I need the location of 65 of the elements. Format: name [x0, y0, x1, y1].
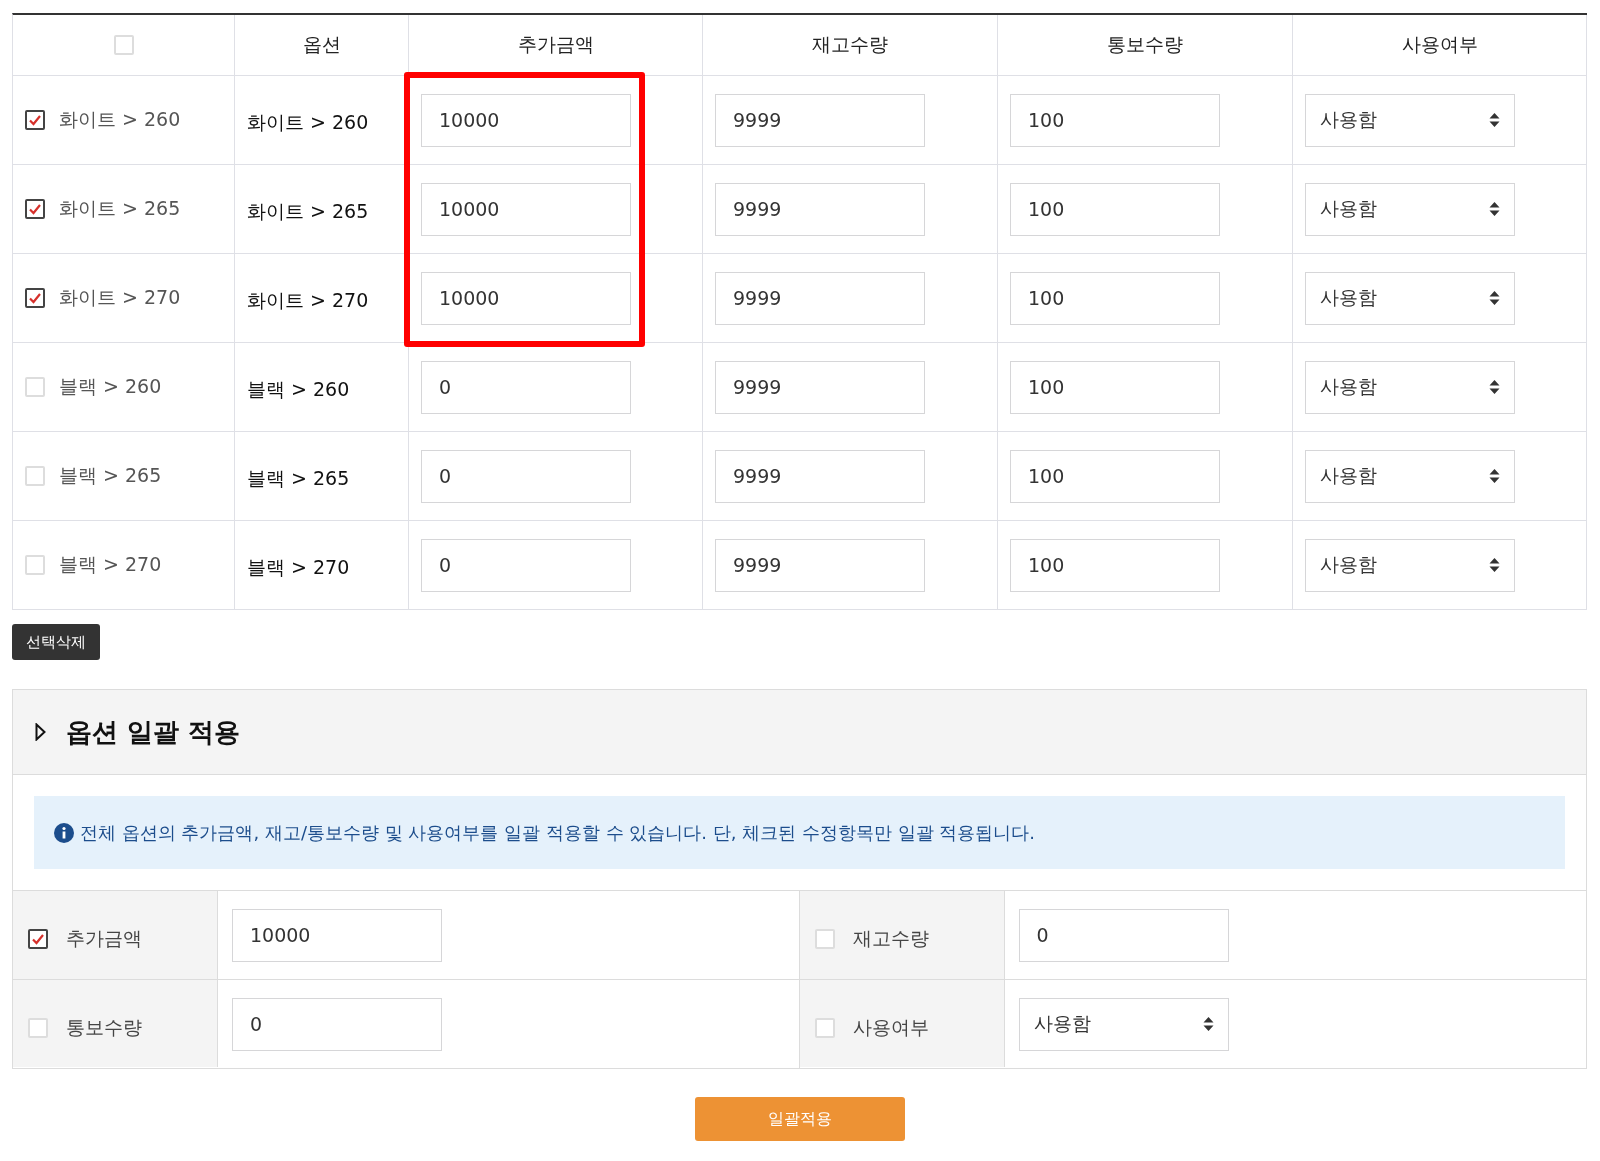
option-name: 블랙 > 265 — [247, 466, 350, 491]
updown-caret-icon — [1202, 1016, 1214, 1032]
column-header: 재고수량 — [812, 32, 888, 57]
updown-caret-icon — [1489, 112, 1500, 128]
amount-input[interactable]: 10000 — [421, 271, 631, 325]
option-label: 블랙 > 260 — [59, 374, 162, 399]
option-label: 화이트 > 270 — [59, 285, 181, 310]
option-label: 화이트 > 260 — [59, 107, 181, 132]
amount-input[interactable]: 10000 — [421, 182, 631, 236]
checkbox[interactable] — [25, 288, 45, 308]
stock-input[interactable]: 9999 — [715, 182, 925, 236]
notify-input[interactable]: 100 — [1010, 538, 1220, 592]
notify-input[interactable]: 100 — [1010, 182, 1220, 236]
option-name: 화이트 > 270 — [247, 288, 369, 313]
notify-input[interactable]: 100 — [1010, 360, 1220, 414]
stock-input[interactable]: 9999 — [715, 360, 925, 414]
field-label: 통보수량 — [66, 1014, 142, 1040]
stock-input[interactable]: 9999 — [715, 271, 925, 325]
field-label: 사용여부 — [852, 1014, 929, 1040]
field-label: 재고수량 — [852, 926, 929, 951]
value-input[interactable]: 10000 — [232, 908, 442, 962]
usage-select[interactable]: 사용함 — [1018, 997, 1229, 1051]
stock-input[interactable]: 9999 — [715, 538, 925, 592]
notify-input[interactable]: 100 — [1010, 449, 1220, 503]
stock-input[interactable]: 9999 — [715, 93, 925, 147]
usage-select[interactable]: 사용함 — [1305, 182, 1515, 236]
updown-caret-icon — [1489, 468, 1500, 484]
notify-input[interactable]: 100 — [1010, 93, 1220, 147]
usage-select[interactable]: 사용함 — [1305, 538, 1515, 592]
field-label: 추가금액 — [66, 926, 142, 951]
option-name: 블랙 > 270 — [247, 555, 350, 580]
expand-triangle-icon[interactable] — [35, 723, 46, 741]
column-header: 추가금액 — [517, 32, 594, 57]
notice-text: 전체 옵션의 추가금액, 재고/통보수량 및 사용여부를 일괄 적용할 수 있습니다. 단, 체크된 수정항목만 일괄 적용됩니다. — [80, 820, 1036, 845]
checkbox[interactable] — [25, 110, 45, 130]
usage-select[interactable]: 사용함 — [1305, 271, 1515, 325]
updown-caret-icon — [1489, 201, 1500, 217]
updown-caret-icon — [1489, 557, 1500, 573]
column-header: 옵션 — [302, 32, 341, 57]
info-icon — [54, 822, 74, 843]
option-label: 화이트 > 265 — [59, 196, 181, 221]
value-input[interactable]: 0 — [232, 997, 442, 1051]
stock-input[interactable]: 9999 — [715, 449, 925, 503]
section-title: 옵션 일괄 적용 — [66, 715, 241, 749]
option-name: 블랙 > 260 — [247, 377, 350, 402]
option-name: 화이트 > 260 — [247, 110, 369, 135]
usage-select[interactable]: 사용함 — [1305, 93, 1515, 147]
value-input[interactable]: 0 — [1018, 908, 1229, 962]
column-header: 사용여부 — [1401, 32, 1478, 57]
updown-caret-icon — [1489, 379, 1500, 395]
notify-input[interactable]: 100 — [1010, 271, 1220, 325]
amount-input[interactable]: 0 — [421, 538, 631, 592]
usage-select[interactable]: 사용함 — [1305, 449, 1515, 503]
delete-selected-button[interactable]: 선택삭제 — [12, 624, 100, 660]
checkbox[interactable] — [28, 929, 48, 949]
option-name: 화이트 > 265 — [247, 199, 369, 224]
option-label: 블랙 > 270 — [59, 552, 162, 577]
updown-caret-icon — [1489, 290, 1500, 306]
usage-select[interactable]: 사용함 — [1305, 360, 1515, 414]
amount-input[interactable]: 0 — [421, 360, 631, 414]
amount-input[interactable]: 10000 — [421, 93, 631, 147]
amount-input[interactable]: 0 — [421, 449, 631, 503]
checkbox[interactable] — [25, 199, 45, 219]
column-header: 통보수량 — [1107, 32, 1183, 57]
option-label: 블랙 > 265 — [59, 463, 162, 488]
